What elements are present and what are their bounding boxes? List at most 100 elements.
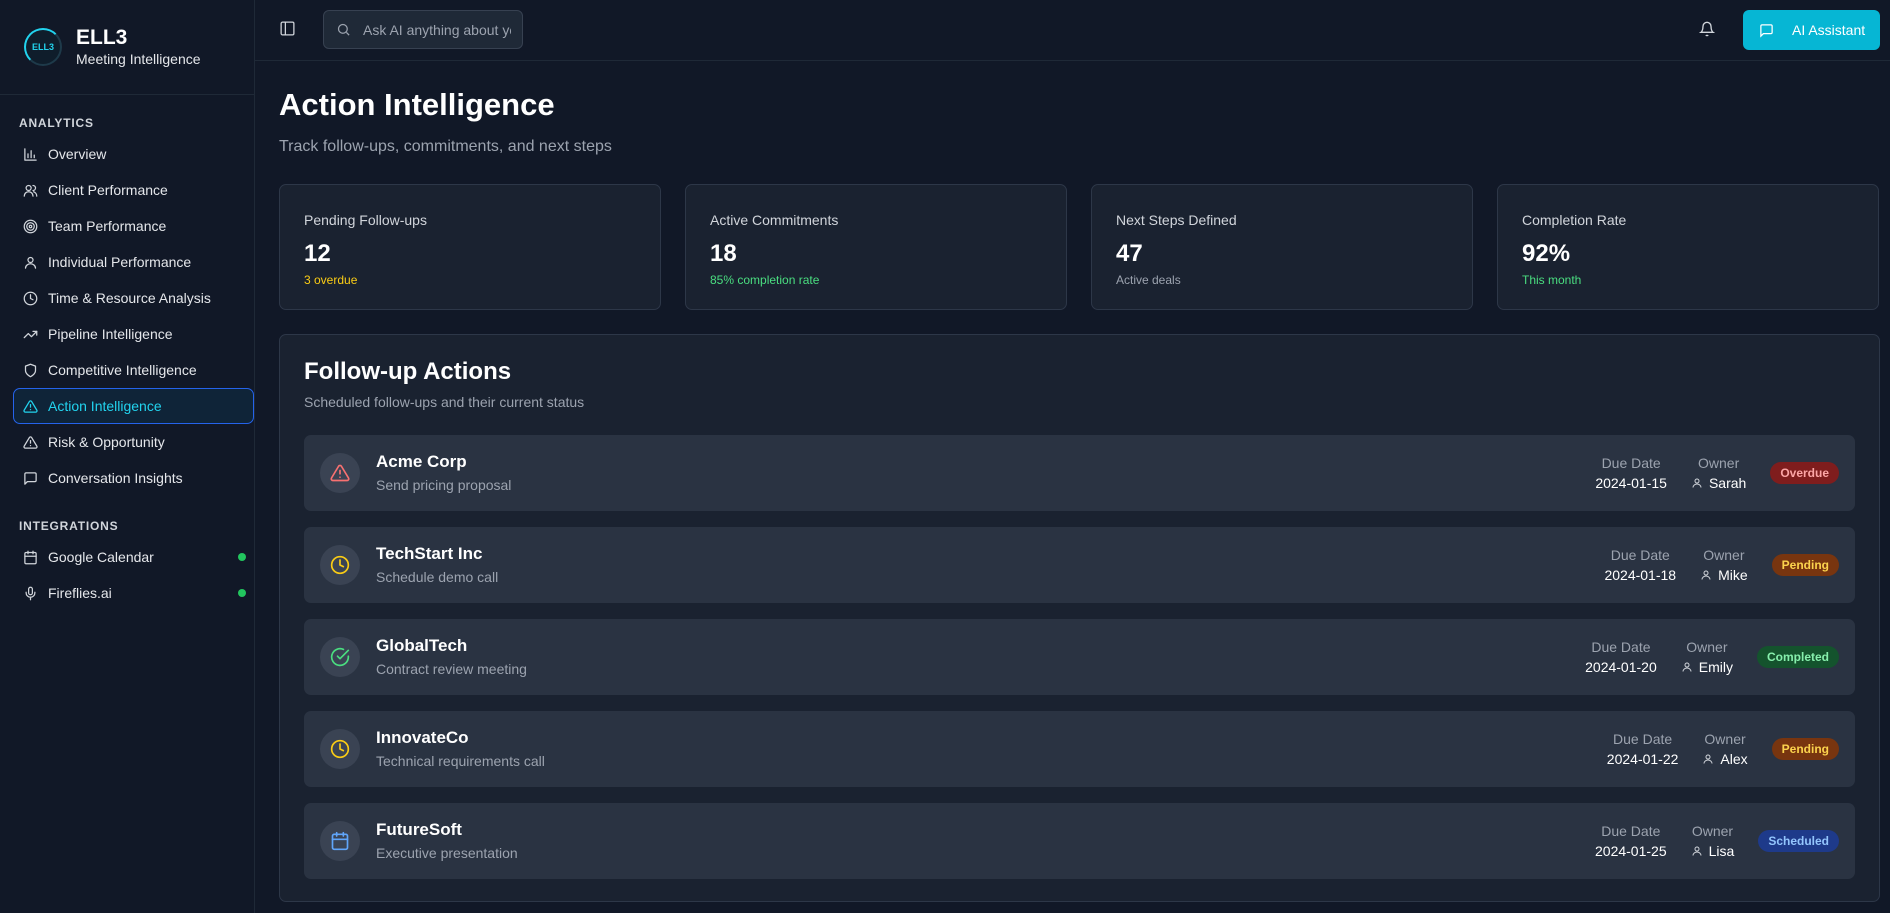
owner: Owner Lisa [1691,822,1735,860]
alert-triangle-icon [330,464,350,482]
microphone-icon [25,586,36,600]
due-date-value: 2024-01-22 [1606,751,1679,767]
owner-name: Mike [1718,567,1748,583]
analytics-nav: Overview Client Performance Team Perform… [0,136,254,496]
sidebar-item-label: Time & Resource Analysis [48,290,211,306]
user-icon [1703,754,1713,764]
ai-assistant-button[interactable]: AI Assistant [1743,10,1880,50]
owner-label: Owner [1698,455,1740,471]
user-icon [1682,662,1692,672]
sidebar-item-time-resource[interactable]: Time & Resource Analysis [0,280,254,316]
sidebar-item-label: Competitive Intelligence [48,362,197,378]
followup-row[interactable]: Acme Corp Send pricing proposal Due Date… [304,435,1855,511]
page-subtitle: Track follow-ups, commitments, and next … [279,138,612,155]
followup-row[interactable]: TechStart Inc Schedule demo call Due Dat… [304,527,1855,603]
status-badge: Pending [1771,554,1839,576]
bar-chart-icon [24,147,37,161]
brand[interactable]: ELL3 ELL3 Meeting Intelligence [0,0,254,95]
sidebar-item-label: Client Performance [48,182,168,198]
integration-google-calendar[interactable]: Google Calendar [0,539,254,575]
task-description: Executive presentation [376,845,518,861]
due-date: Due Date 2024-01-20 [1585,638,1657,676]
alert-triangle-icon [23,435,38,449]
sidebar-item-client-performance[interactable]: Client Performance [0,172,254,208]
search-icon [337,23,350,36]
sidebar-item-label: Conversation Insights [48,470,183,486]
calendar-icon [24,550,37,564]
sidebar-item-action-intelligence[interactable]: Action Intelligence [13,388,254,424]
row-text: TechStart Inc Schedule demo call [376,544,498,586]
sidebar-item-label: Action Intelligence [48,398,162,414]
stat-label: Pending Follow-ups [304,212,427,228]
notifications-button[interactable] [1698,21,1716,37]
company-name: InnovateCo [376,728,469,747]
panel-subtitle: Scheduled follow-ups and their current s… [304,394,585,410]
followup-row[interactable]: GlobalTech Contract review meeting Due D… [304,619,1855,695]
sidebar-item-individual-performance[interactable]: Individual Performance [0,244,254,280]
stat-card-active-commitments: Active Commitments 18 85% completion rat… [685,184,1067,310]
user-icon [1692,846,1702,856]
status-badge: Scheduled [1758,830,1839,852]
check-circle-icon [330,647,350,667]
sidebar: ELL3 ELL3 Meeting Intelligence ANALYTICS… [0,0,255,913]
sidebar-item-pipeline-intelligence[interactable]: Pipeline Intelligence [0,316,254,352]
user-icon [1692,478,1702,488]
message-icon [24,471,37,485]
sidebar-item-label: Overview [48,146,107,162]
stat-value: 47 [1116,240,1143,267]
due-date-label: Due Date [1601,823,1661,839]
stat-card-pending-followups: Pending Follow-ups 12 3 overdue [279,184,661,310]
stat-note: 85% completion rate [710,273,820,287]
sidebar-item-risk-opportunity[interactable]: Risk & Opportunity [0,424,254,460]
sidebar-toggle-button[interactable] [279,20,297,38]
trending-up-icon [23,330,38,338]
followup-row[interactable]: FutureSoft Executive presentation Due Da… [304,803,1855,879]
search-box[interactable] [323,10,523,49]
due-date-value: 2024-01-20 [1585,659,1657,675]
target-icon [23,219,38,233]
owner-label: Owner [1704,731,1746,747]
connected-status-dot [238,589,246,597]
clock-icon [330,739,350,759]
stats-row: Pending Follow-ups 12 3 overdue Active C… [279,184,1879,310]
stat-label: Next Steps Defined [1116,212,1237,228]
integration-fireflies[interactable]: Fireflies.ai [0,575,254,611]
due-date-value: 2024-01-18 [1604,567,1677,583]
row-meta: Due Date 2024-01-25 Owner Lisa Scheduled [1595,803,1839,879]
row-text: FutureSoft Executive presentation [376,820,518,862]
owner-name: Alex [1720,751,1748,767]
stat-card-next-steps: Next Steps Defined 47 Active deals [1091,184,1473,310]
owner-name: Emily [1698,659,1733,675]
task-description: Contract review meeting [376,661,527,677]
stat-note: Active deals [1116,273,1181,287]
stat-note: This month [1522,273,1582,287]
integration-label: Google Calendar [48,549,154,565]
due-date: Due Date 2024-01-25 [1595,822,1667,860]
row-icon [320,729,360,769]
connected-status-dot [238,553,246,561]
users-icon [23,184,38,197]
due-date: Due Date 2024-01-15 [1595,454,1667,492]
sidebar-item-competitive-intelligence[interactable]: Competitive Intelligence [0,352,254,388]
row-meta: Due Date 2024-01-15 Owner Sarah Overdue [1595,435,1839,511]
sidebar-item-label: Risk & Opportunity [48,434,165,450]
owner-name: Lisa [1708,843,1735,859]
row-text: GlobalTech Contract review meeting [376,636,527,678]
sidebar-item-conversation-insights[interactable]: Conversation Insights [0,460,254,496]
owner-value: Alex [1702,750,1748,768]
task-description: Schedule demo call [376,569,499,585]
due-date-label: Due Date [1610,547,1670,563]
clock-icon [23,291,38,305]
sidebar-item-team-performance[interactable]: Team Performance [0,208,254,244]
sidebar-item-overview[interactable]: Overview [0,136,254,172]
stat-note: 3 overdue [304,273,358,287]
task-description: Send pricing proposal [376,477,512,493]
integration-label: Fireflies.ai [48,585,112,601]
due-date-label: Due Date [1591,639,1651,655]
followup-row[interactable]: InnovateCo Technical requirements call D… [304,711,1855,787]
row-meta: Due Date 2024-01-18 Owner Mike Pending [1604,527,1839,603]
owner-value: Sarah [1691,474,1746,492]
owner: Owner Sarah [1691,454,1746,492]
search-input[interactable] [363,21,511,38]
clock-icon [330,555,350,575]
